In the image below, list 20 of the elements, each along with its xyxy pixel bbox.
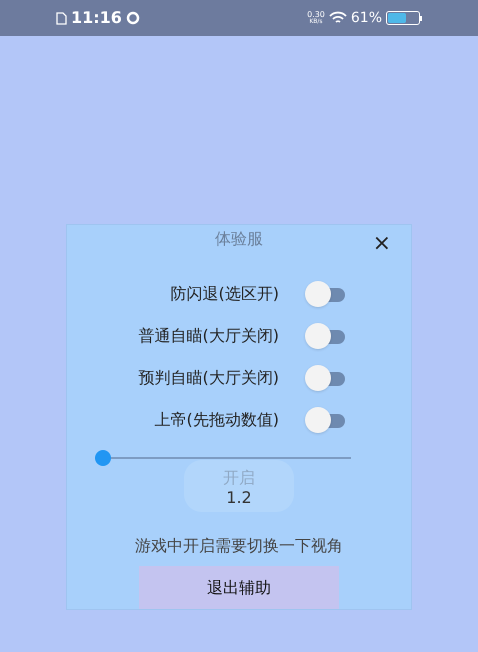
notification-icon: [126, 11, 140, 25]
exit-button[interactable]: 退出辅助: [139, 566, 339, 609]
hint-text: 游戏中开启需要切换一下视角: [135, 535, 343, 558]
toggle-switch[interactable]: [305, 407, 347, 433]
sim-card-icon: [56, 12, 67, 24]
battery-percent: 61%: [350, 8, 382, 28]
wifi-icon: [328, 11, 347, 25]
toggle-switch[interactable]: [305, 281, 347, 307]
option-label: 预判自瞄(大厅关闭): [138, 367, 279, 389]
dialog-title: 体验服: [215, 228, 263, 250]
option-label: 普通自瞄(大厅关闭): [138, 325, 279, 347]
clock: 11:16: [71, 7, 122, 29]
net-speed: 0.30: [307, 11, 325, 19]
battery-icon: [386, 11, 422, 25]
option-label: 防闪退(选区开): [170, 283, 279, 305]
toggle-switch[interactable]: [305, 323, 347, 349]
close-button[interactable]: ×: [372, 233, 391, 255]
option-label: 上帝(先拖动数值): [154, 409, 279, 431]
toggle-switch[interactable]: [305, 365, 347, 391]
value-text: 1.2: [226, 487, 252, 510]
